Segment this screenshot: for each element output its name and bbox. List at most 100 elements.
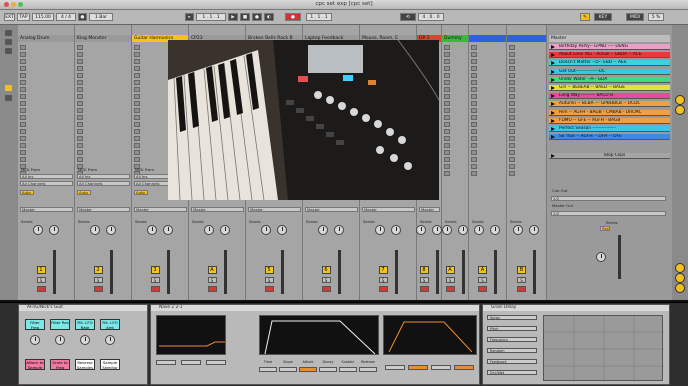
delay-param-field[interactable]: Spray	[487, 315, 537, 320]
master-out-select[interactable]: 1/2	[551, 211, 666, 216]
record-icon[interactable]: ●	[252, 13, 262, 21]
clip-slot[interactable]	[77, 115, 83, 120]
monitor-auto-button[interactable]: Auto	[20, 190, 34, 195]
macro-knob[interactable]	[55, 335, 65, 345]
clip-slot[interactable]	[509, 87, 515, 92]
clip-slot[interactable]	[134, 101, 140, 106]
clip-slot[interactable]	[471, 122, 477, 127]
send-b-knob[interactable]	[105, 225, 116, 235]
clip-slot[interactable]	[134, 59, 140, 64]
scene-clip[interactable]: FDMO -- GFE -- AGFH - BAGB	[549, 117, 670, 124]
track-activator-button[interactable]: 2	[93, 266, 103, 274]
key-map-button[interactable]: KEY	[594, 13, 612, 21]
monitor-auto-button[interactable]: Auto	[134, 190, 148, 195]
clip-slot[interactable]	[471, 59, 477, 64]
clip-slot[interactable]	[77, 66, 83, 71]
clip-slot[interactable]	[509, 45, 515, 50]
clip-slot[interactable]	[444, 150, 450, 155]
track-activator-button[interactable]: 3	[150, 266, 160, 274]
solo-button[interactable]: S	[445, 277, 455, 283]
track-activator-button[interactable]: 5	[264, 266, 274, 274]
clip-slot[interactable]	[77, 80, 83, 85]
clip-slot[interactable]	[134, 52, 140, 57]
clip-slot[interactable]	[509, 94, 515, 99]
browser-folder-icon[interactable]	[5, 85, 12, 91]
clip-slot[interactable]	[509, 136, 515, 141]
play-icon[interactable]: ▶	[228, 13, 238, 21]
send-a-knob[interactable]	[32, 225, 43, 235]
send-b-knob[interactable]	[219, 225, 230, 235]
clip-slot[interactable]	[444, 143, 450, 148]
track-title[interactable]	[469, 35, 506, 42]
arm-button[interactable]	[36, 286, 46, 292]
scene-clip[interactable]: Autumn -- BCBA --- GPBDBCB -- DCDC	[549, 101, 670, 108]
macro-knob[interactable]	[30, 335, 40, 345]
mod-param-field[interactable]	[431, 365, 451, 370]
clip-slot[interactable]	[444, 45, 450, 50]
track-activator-button[interactable]: A	[478, 266, 487, 274]
clip-slot[interactable]	[471, 87, 477, 92]
clip-slot[interactable]	[20, 94, 26, 99]
clip-slot[interactable]	[20, 108, 26, 113]
clip-slot[interactable]	[77, 136, 83, 141]
audio-to-select[interactable]: Master	[419, 207, 440, 212]
delay-param-field[interactable]: Dry/Wet	[487, 370, 537, 375]
clip-slot[interactable]	[134, 115, 140, 120]
clip-slot[interactable]	[134, 45, 140, 50]
track-activator-button[interactable]: 8	[419, 266, 429, 274]
clip-slot[interactable]	[509, 101, 515, 106]
clip-slot[interactable]	[134, 66, 140, 71]
arm-button[interactable]	[419, 286, 429, 292]
clip-slot[interactable]	[134, 80, 140, 85]
clip-slot[interactable]	[471, 115, 477, 120]
solo-button[interactable]: S	[517, 277, 526, 283]
scene-clip[interactable]: So True -- AGFH -- DFH -- DFE	[549, 134, 670, 141]
track-title[interactable]: King Monster	[75, 35, 131, 42]
clip-slot[interactable]	[77, 108, 83, 113]
clip-slot[interactable]	[77, 52, 83, 57]
clip-slot[interactable]	[509, 66, 515, 71]
macro-control[interactable]: Filt. LFO Rate	[75, 319, 95, 330]
clip-slot[interactable]	[134, 122, 140, 127]
clip-slot[interactable]	[20, 52, 26, 57]
audio-to-select[interactable]: Master	[20, 207, 73, 212]
send-b-knob[interactable]	[490, 225, 500, 235]
quantize-menu[interactable]: 1 Bar	[89, 13, 113, 21]
track-title[interactable]: Dummy	[442, 35, 468, 42]
track-title[interactable]: Analog Drum	[18, 35, 74, 42]
clip-slot[interactable]	[20, 115, 26, 120]
clip-slot[interactable]	[471, 94, 477, 99]
clip-slot[interactable]	[509, 108, 515, 113]
solo-button[interactable]: S	[264, 277, 274, 283]
scene-clip[interactable]: Birthday Party-- GPND ---- DENG	[549, 44, 670, 50]
post-button[interactable]: Post	[600, 226, 610, 231]
mod-param-field[interactable]	[408, 365, 428, 370]
view-toggle-icon[interactable]	[675, 273, 685, 283]
browser-search-icon[interactable]	[5, 95, 12, 101]
browser-plugin-icon[interactable]	[5, 39, 12, 45]
mod-param-field[interactable]	[385, 365, 405, 370]
clip-slot[interactable]	[77, 122, 83, 127]
clip-slot[interactable]	[134, 136, 140, 141]
delay-param-field[interactable]: Random	[487, 348, 537, 353]
macro-control[interactable]: Filt. LFO Amt	[100, 319, 120, 330]
overdub-icon[interactable]: ◐	[264, 13, 274, 21]
delay-param-field[interactable]: Pitch	[487, 326, 537, 331]
send-b-knob[interactable]	[529, 225, 539, 235]
clip-slot[interactable]	[20, 150, 26, 155]
clip-slot[interactable]	[444, 101, 450, 106]
clip-slot[interactable]	[77, 143, 83, 148]
clip-slot[interactable]	[77, 73, 83, 78]
envelope-param-field[interactable]	[339, 367, 357, 372]
browser-places-icon[interactable]	[5, 48, 12, 54]
arm-button[interactable]	[321, 286, 331, 292]
macro-knob[interactable]	[105, 335, 115, 345]
macro-control[interactable]: Filter Res	[50, 319, 70, 330]
macro-knob[interactable]	[80, 335, 90, 345]
scene-clip[interactable]: Him -- AGFH - BAGB - CMBAB - DRCMC	[549, 109, 670, 116]
delay-param-field[interactable]: Frequency	[487, 337, 537, 342]
clip-slot[interactable]	[471, 143, 477, 148]
clip-slot[interactable]	[134, 108, 140, 113]
clip-slot[interactable]	[471, 80, 477, 85]
envelope-param-field[interactable]	[319, 367, 337, 372]
